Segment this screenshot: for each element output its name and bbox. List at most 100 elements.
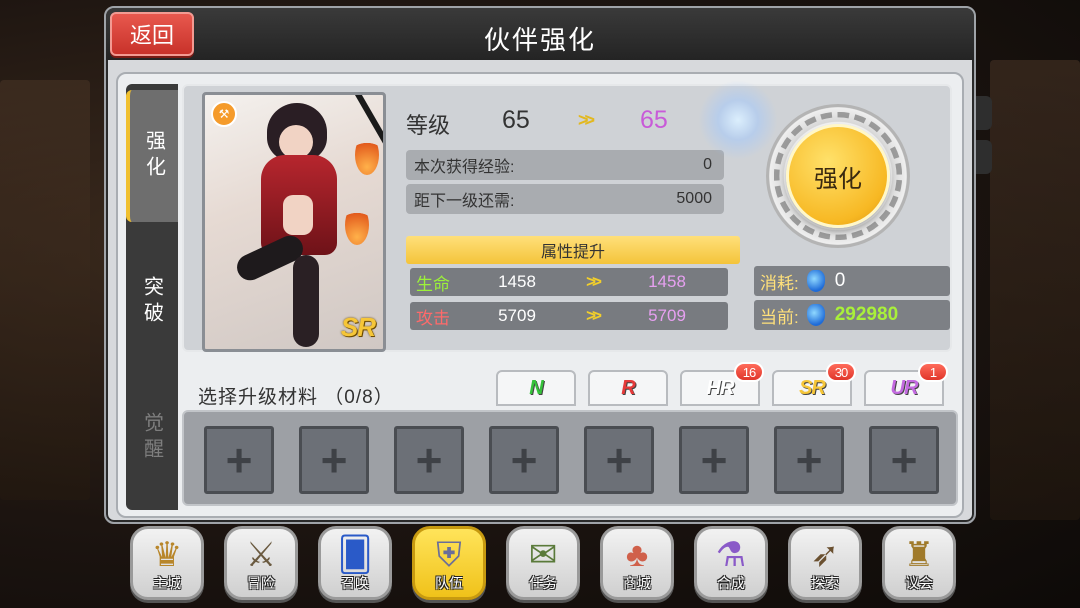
material-slot[interactable]: + xyxy=(394,426,464,494)
exp-remain-label: 距下一级还需: xyxy=(414,193,515,210)
nav-label: 冒险 xyxy=(247,575,275,591)
plus-icon: + xyxy=(320,434,348,486)
title-bar: 返回 伙伴强化 xyxy=(106,8,974,60)
nav-summon[interactable]: 🂠 召唤 xyxy=(318,526,392,600)
content-panel: 强化 突破 觉醒 ⚒ SR 等级 65 >> 65 本次获得经验: 0 距下一级… xyxy=(116,72,964,518)
page-title: 伙伴强化 xyxy=(483,25,596,55)
level-current: 65 xyxy=(502,106,530,134)
winged-shield-icon: ⛨ xyxy=(436,536,462,574)
exp-gained-label: 本次获得经验: xyxy=(414,159,515,176)
filter-label: HR xyxy=(706,376,735,399)
side-edge-tab[interactable] xyxy=(976,140,992,174)
material-slot[interactable]: + xyxy=(869,426,939,494)
nav-craft[interactable]: ⚗ 合成 xyxy=(694,526,768,600)
nav-team[interactable]: ⛨ 队伍 xyxy=(412,526,486,600)
nav-label: 任务 xyxy=(529,575,557,591)
flame-decoration xyxy=(345,205,369,245)
bow-icon: ➶ xyxy=(810,536,840,574)
attribute-name: 攻击 xyxy=(416,308,450,328)
background-shelf-left xyxy=(0,80,90,500)
enhance-button[interactable]: 强化 xyxy=(786,124,890,228)
material-slot[interactable]: + xyxy=(679,426,749,494)
level-next: 65 xyxy=(640,106,668,134)
bottom-nav: ♛ 主城 ⚔ 冒险 🂠 召唤 ⛨ 队伍 ✉ 任务 ♣ 商城 ⚗ 合成 ➶ 探索 … xyxy=(130,526,956,606)
character-face-art xyxy=(279,125,313,159)
filter-tab-sr[interactable]: SR 30 xyxy=(772,362,856,406)
light-glow-decoration xyxy=(698,80,778,160)
filter-tab-r[interactable]: R xyxy=(588,370,668,406)
crossed-swords-icon: ⚔ xyxy=(245,536,277,574)
tab-enhance[interactable]: 强化 xyxy=(126,90,178,222)
cost-consume-label: 消耗: xyxy=(760,273,799,293)
exp-gained-row: 本次获得经验: 0 xyxy=(406,150,724,180)
filter-tab-ur[interactable]: UR 1 xyxy=(864,362,948,406)
shop-tree-icon: ♣ xyxy=(625,536,649,574)
tab-awaken[interactable]: 觉醒 xyxy=(126,372,178,504)
attribute-next: 1458 xyxy=(648,272,686,291)
attribute-next: 5709 xyxy=(648,306,686,325)
material-slot[interactable]: + xyxy=(204,426,274,494)
material-select-label: 选择升级材料 （0/8） xyxy=(198,387,394,408)
exp-remain-row: 距下一级还需: 5000 xyxy=(406,184,724,214)
flame-decoration xyxy=(355,135,379,175)
level-label: 等级 xyxy=(406,113,451,138)
nav-label: 探索 xyxy=(811,575,839,591)
filter-label: SR xyxy=(799,376,826,399)
info-panel: ⚒ SR 等级 65 >> 65 本次获得经验: 0 距下一级还需: 5000 … xyxy=(182,80,952,352)
attribute-name: 生命 xyxy=(416,274,450,294)
nav-adventure[interactable]: ⚔ 冒险 xyxy=(224,526,298,600)
filter-tab-n[interactable]: N xyxy=(496,370,576,406)
nav-explore[interactable]: ➶ 探索 xyxy=(788,526,862,600)
material-slot[interactable]: + xyxy=(299,426,369,494)
background-shelf-right xyxy=(990,60,1080,520)
cost-current-value: 292980 xyxy=(834,304,899,325)
count-badge: 30 xyxy=(826,362,856,382)
summon-card-icon: 🂠 xyxy=(337,536,373,574)
material-slot[interactable]: + xyxy=(489,426,559,494)
quest-scroll-icon: ✉ xyxy=(528,536,558,574)
cost-consume-value: 0 xyxy=(834,270,846,291)
crown-icon: ♛ xyxy=(151,536,183,574)
exp-gained-value: 0 xyxy=(703,156,712,173)
weapon-icon: ⚒ xyxy=(211,101,237,127)
nav-quest[interactable]: ✉ 任务 xyxy=(506,526,580,600)
count-badge: 16 xyxy=(734,362,764,382)
nav-label: 队伍 xyxy=(435,575,463,591)
level-arrow-icon: >> xyxy=(578,110,595,130)
partner-card[interactable]: ⚒ SR xyxy=(202,92,386,352)
filter-label: R xyxy=(621,376,635,399)
attribute-row-hp: 生命 1458 >> 1458 xyxy=(410,268,728,296)
arrow-icon: >> xyxy=(586,272,602,291)
nav-label: 召唤 xyxy=(341,575,369,591)
cost-consume-row: 消耗: 0 xyxy=(754,266,950,296)
arrow-icon: >> xyxy=(586,306,602,325)
count-badge: 1 xyxy=(918,362,948,382)
nav-shop[interactable]: ♣ 商城 xyxy=(600,526,674,600)
nav-label: 主城 xyxy=(153,575,181,591)
nav-council[interactable]: ♜ 议会 xyxy=(882,526,956,600)
filter-label: N xyxy=(529,376,543,399)
filter-label: UR xyxy=(890,376,919,399)
plus-icon: + xyxy=(225,434,253,486)
council-crest-icon: ♜ xyxy=(903,536,935,574)
material-slots: + + + + + + + + xyxy=(182,410,958,506)
character-leg-art xyxy=(293,255,319,347)
rarity-badge: SR xyxy=(340,312,376,342)
gem-icon xyxy=(806,304,825,326)
character-skin-art xyxy=(283,195,313,235)
attribute-current: 1458 xyxy=(498,272,536,291)
plus-icon: + xyxy=(605,434,633,486)
cost-current-row: 当前: 292980 xyxy=(754,300,950,330)
plus-icon: + xyxy=(510,434,538,486)
gem-icon xyxy=(806,270,825,292)
nav-main-city[interactable]: ♛ 主城 xyxy=(130,526,204,600)
nav-label: 商城 xyxy=(623,575,651,591)
material-slot[interactable]: + xyxy=(584,426,654,494)
partner-enhance-window: 返回 伙伴强化 强化 突破 觉醒 ⚒ SR 等级 65 >> 65 本次获得经验… xyxy=(104,6,976,524)
side-tabs: 强化 突破 觉醒 xyxy=(126,84,178,510)
material-slot[interactable]: + xyxy=(774,426,844,494)
side-edge-tab[interactable] xyxy=(976,96,992,130)
plus-icon: + xyxy=(415,434,443,486)
tab-breakthrough[interactable]: 突破 xyxy=(126,236,178,368)
filter-tab-hr[interactable]: HR 16 xyxy=(680,362,764,406)
